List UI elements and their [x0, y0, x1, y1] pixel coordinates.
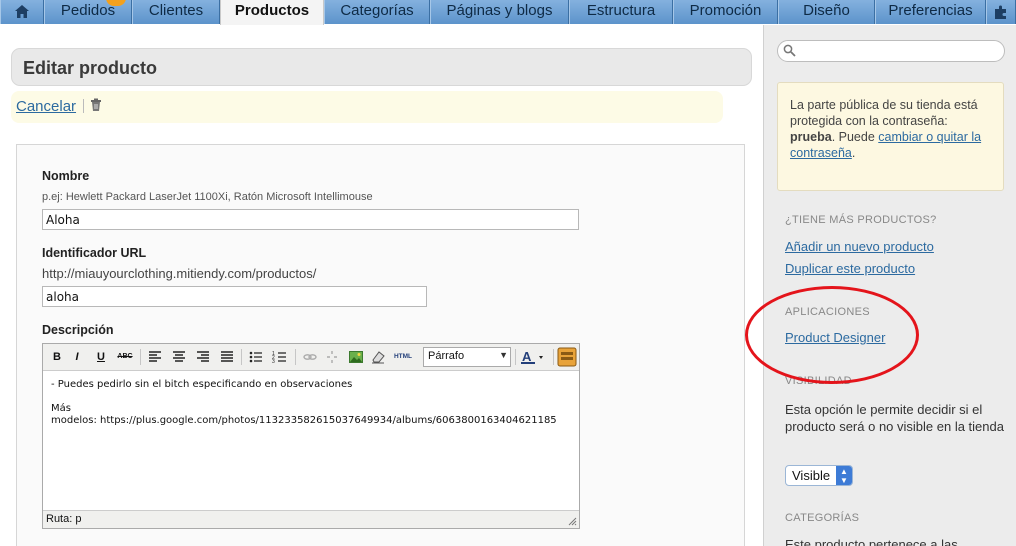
editor-line: Más: [51, 403, 71, 414]
tab-productos[interactable]: Productos: [220, 0, 324, 25]
name-hint: p.ej: Hewlett Packard LaserJet 1100Xi, R…: [42, 191, 373, 203]
link-icon[interactable]: [301, 349, 319, 365]
visibility-description: Esta opción le permite decidir si el pro…: [785, 402, 1004, 434]
action-bar: Cancelar: [11, 91, 723, 123]
notice-text-middle: . Puede: [831, 130, 879, 144]
tab-diseno[interactable]: Diseño: [778, 0, 875, 24]
main-panel: Editar producto Cancelar Nombre p.ej: He…: [0, 25, 762, 546]
bullet-list-icon[interactable]: [247, 349, 265, 365]
unlink-icon[interactable]: [323, 349, 341, 365]
search-input[interactable]: [777, 40, 1005, 62]
add-product-link[interactable]: Añadir un nuevo producto: [785, 239, 934, 254]
tab-promocion[interactable]: Promoción: [673, 0, 778, 24]
align-right-icon[interactable]: [194, 349, 212, 365]
tab-clientes-label: Clientes: [148, 2, 204, 19]
tab-extensions[interactable]: [986, 0, 1016, 24]
action-separator: [83, 99, 84, 113]
editor-toolbar: B I U ABC 123 HTML Párrafo ▼ A: [43, 344, 579, 371]
numbered-list-icon[interactable]: 123: [271, 349, 289, 365]
search-icon: [783, 44, 796, 57]
tab-promocion-label: Promoción: [689, 2, 762, 19]
tab-pedidos-label: Pedidos: [60, 2, 116, 19]
tab-clientes[interactable]: Clientes: [132, 0, 220, 24]
cancel-link[interactable]: Cancelar: [16, 98, 76, 115]
duplicate-product-link[interactable]: Duplicar este producto: [785, 261, 915, 276]
resize-handle-icon[interactable]: [567, 516, 577, 526]
strikethrough-button[interactable]: ABC: [116, 349, 134, 365]
editor-line: modelos: https://plus.google.com/photos/…: [51, 415, 557, 426]
categories-heading: CATEGORÍAS: [785, 512, 860, 524]
editor-path: Ruta: p: [46, 513, 82, 525]
visibility-value: Visible: [792, 468, 831, 483]
title-bar: Editar producto: [11, 48, 752, 86]
tab-productos-label: Productos: [234, 2, 310, 19]
apps-heading: APLICACIONES: [785, 306, 870, 318]
updown-arrows-icon: ▲ ▼: [836, 466, 852, 485]
description-label: Descripción: [42, 323, 114, 337]
format-value: Párrafo: [428, 350, 465, 362]
tab-diseno-label: Diseño: [803, 2, 850, 19]
visibility-select[interactable]: Visible ▲ ▼: [785, 465, 853, 486]
align-justify-icon[interactable]: [218, 349, 236, 365]
notice-text: La parte pública de su tienda está prote…: [790, 98, 978, 128]
editor-line: - Puedes pedirlo sin el bitch especifica…: [51, 379, 353, 390]
svg-text:3: 3: [272, 359, 275, 365]
home-icon: [15, 5, 29, 18]
image-icon[interactable]: [347, 349, 365, 365]
paragraph-format-select[interactable]: Párrafo ▼: [423, 347, 511, 367]
notice-text-end: .: [851, 146, 856, 160]
home-tab[interactable]: [0, 0, 44, 24]
toolbar-separator: [553, 349, 554, 365]
password-notice: La parte pública de su tienda está prote…: [777, 82, 1004, 191]
text-color-icon: A: [521, 349, 543, 364]
toolbar-separator: [241, 349, 242, 365]
align-left-icon[interactable]: [146, 349, 164, 365]
product-form: Nombre p.ej: Hewlett Packard LaserJet 11…: [16, 144, 745, 546]
tab-categorias-label: Categorías: [340, 2, 414, 19]
name-input[interactable]: Aloha: [42, 209, 579, 230]
page-title: Editar producto: [23, 58, 157, 78]
svg-text:A: A: [522, 349, 532, 364]
categories-description: Este producto pertenece a las: [785, 537, 958, 546]
toolbar-separator: [295, 349, 296, 365]
toolbar-separator: [140, 349, 141, 365]
top-navigation: Pedidos Clientes Productos Categorías Pá…: [0, 0, 1016, 25]
tab-estructura-label: Estructura: [586, 2, 656, 19]
url-prefix: http://miauyourclothing.mitiendy.com/pro…: [42, 266, 317, 281]
puzzle-icon: [995, 5, 1006, 19]
html-button[interactable]: HTML: [391, 349, 415, 365]
tab-paginas-blogs[interactable]: Páginas y blogs: [430, 0, 569, 24]
toggle-toolbar-icon[interactable]: [557, 347, 577, 367]
notice-password: prueba: [790, 130, 832, 144]
visibility-heading: VISIBILIDAD: [785, 375, 852, 387]
text-color-button[interactable]: A: [520, 349, 548, 365]
editor-content[interactable]: - Puedes pedirlo sin el bitch especifica…: [51, 379, 571, 427]
right-sidebar: La parte pública de su tienda está prote…: [763, 25, 1016, 546]
url-label: Identificador URL: [42, 246, 147, 260]
rich-text-editor: B I U ABC 123 HTML Párrafo ▼ A - Puedes …: [42, 343, 580, 529]
trash-icon[interactable]: [90, 98, 102, 112]
bold-button[interactable]: B: [48, 349, 66, 365]
editor-statusbar: Ruta: p: [43, 510, 579, 528]
underline-button[interactable]: U: [92, 349, 110, 365]
name-label: Nombre: [42, 169, 90, 183]
tab-preferencias[interactable]: Preferencias: [875, 0, 986, 24]
italic-button[interactable]: I: [68, 349, 86, 365]
tab-preferencias-label: Preferencias: [888, 2, 973, 19]
align-center-icon[interactable]: [170, 349, 188, 365]
tab-categorias[interactable]: Categorías: [324, 0, 430, 24]
toolbar-separator: [515, 349, 516, 365]
url-input[interactable]: aloha: [42, 286, 427, 307]
tab-paginas-blogs-label: Páginas y blogs: [446, 2, 553, 19]
eraser-icon[interactable]: [369, 349, 387, 365]
more-products-heading: ¿TIENE MÁS PRODUCTOS?: [785, 214, 937, 226]
tab-estructura[interactable]: Estructura: [569, 0, 673, 24]
chevron-down-icon: ▼: [499, 350, 508, 360]
product-designer-link[interactable]: Product Designer: [785, 330, 885, 345]
